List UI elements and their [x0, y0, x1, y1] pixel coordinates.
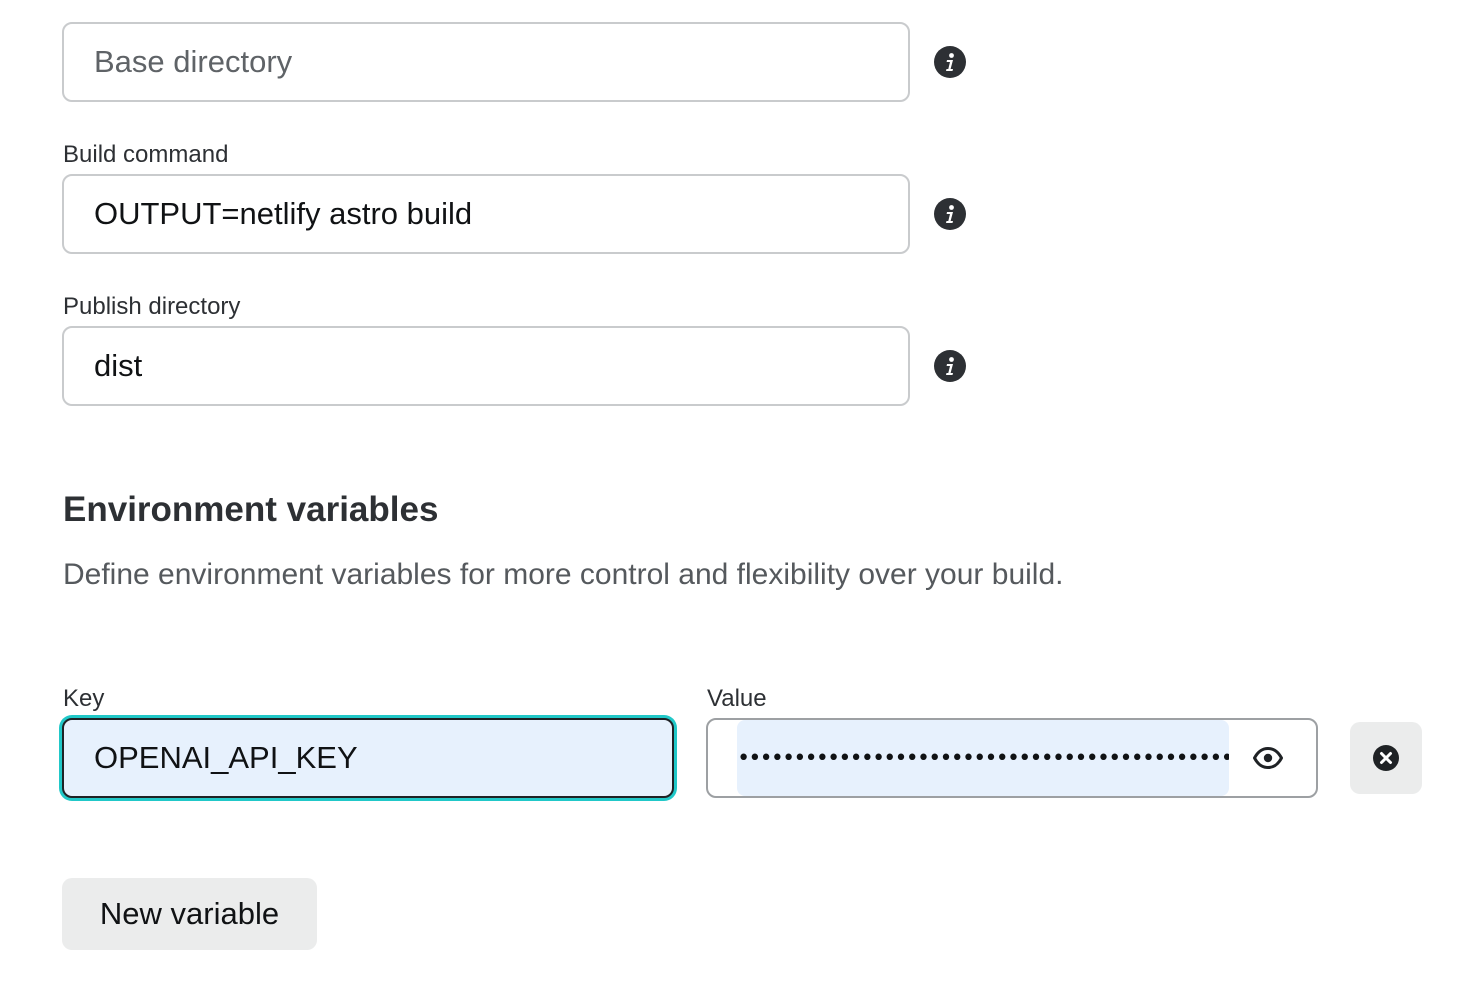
- env-key-input[interactable]: [62, 718, 674, 798]
- info-icon[interactable]: [934, 46, 966, 78]
- new-variable-button[interactable]: New variable: [62, 878, 317, 950]
- env-value-field: [706, 718, 1318, 798]
- close-circle-icon: [1373, 745, 1399, 771]
- base-directory-input[interactable]: [62, 22, 910, 102]
- info-icon[interactable]: [934, 198, 966, 230]
- remove-variable-button[interactable]: [1350, 722, 1422, 794]
- eye-icon[interactable]: [1252, 742, 1284, 774]
- publish-directory-label: Publish directory: [63, 293, 241, 320]
- info-icon[interactable]: [934, 350, 966, 382]
- key-label: Key: [63, 685, 105, 712]
- publish-directory-input[interactable]: [62, 326, 910, 406]
- value-label: Value: [707, 685, 767, 712]
- build-command-input[interactable]: [62, 174, 910, 254]
- env-value-input[interactable]: [737, 720, 1229, 796]
- build-command-label: Build command: [63, 141, 229, 168]
- env-section-description: Define environment variables for more co…: [63, 558, 1064, 591]
- env-section-heading: Environment variables: [63, 490, 439, 529]
